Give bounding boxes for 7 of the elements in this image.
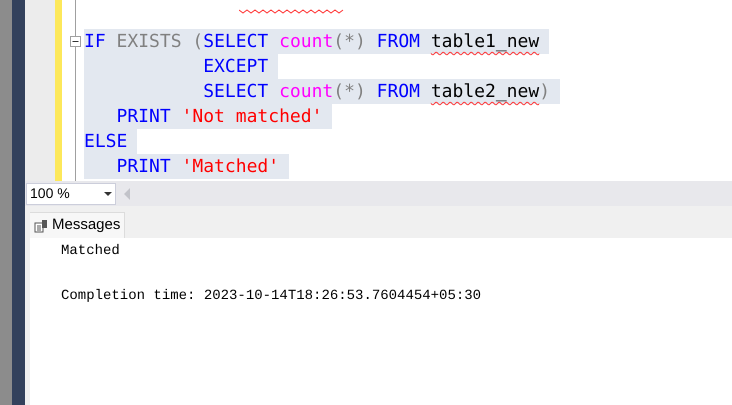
zoom-dropdown[interactable]: 100 % <box>26 182 116 204</box>
message-text: Matched <box>61 242 121 261</box>
caret-icon <box>104 192 112 196</box>
message-text: Completion time: 2023-10-14T18:26:53.7604454+05:30 <box>61 287 482 306</box>
collapse-icon[interactable] <box>70 36 81 47</box>
document-icon <box>34 218 48 232</box>
messages-tab[interactable]: Messages <box>30 212 126 238</box>
